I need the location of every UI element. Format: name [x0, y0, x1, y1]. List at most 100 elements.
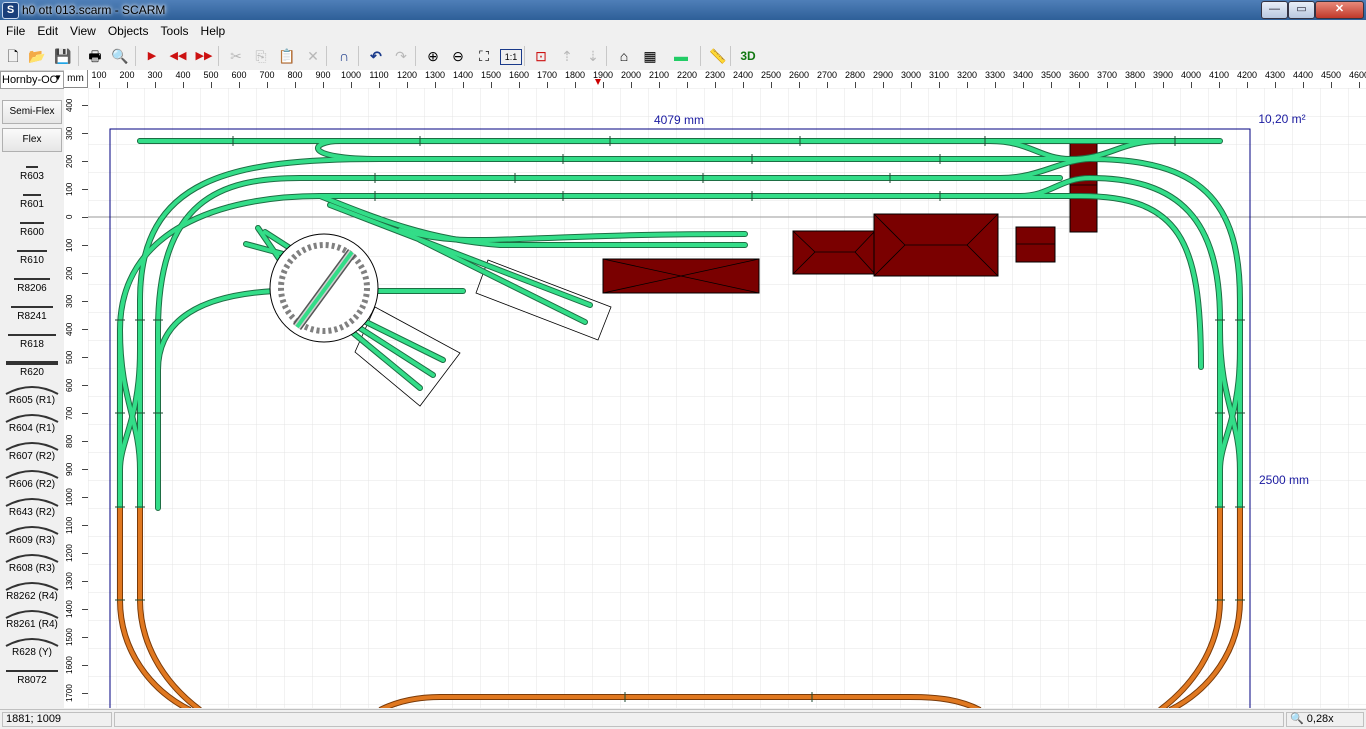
library-item[interactable]: R605 (R1)	[0, 380, 64, 407]
flex-button[interactable]: Flex	[2, 128, 62, 152]
library-item[interactable]: R618	[0, 324, 64, 351]
print-icon[interactable]: 🖶	[85, 46, 105, 66]
chip-icon[interactable]: ▦	[640, 46, 660, 66]
undo-icon[interactable]: ↶	[366, 46, 386, 66]
library-item[interactable]: R620	[0, 352, 64, 379]
ruler-label: 700	[65, 406, 74, 420]
ruler-label: 1100	[369, 70, 389, 80]
new-file-icon[interactable]: 🗋	[3, 46, 23, 66]
library-item[interactable]: R604 (R1)	[0, 408, 64, 435]
library-item[interactable]: R601	[0, 184, 64, 211]
semi-flex-button[interactable]: Semi-Flex	[2, 100, 62, 124]
ruler-label: 3800	[1124, 70, 1146, 80]
layout-drawing[interactable]: 4079 mm 2500 mm 10,20 m²	[88, 88, 1366, 708]
magnet-icon[interactable]: ∩	[334, 46, 354, 66]
raise-track-icon[interactable]: ⇡	[557, 46, 577, 66]
track-library-panel: Semi-Flex Flex R603 R601 R600 R610 R8206 R824…	[0, 96, 65, 708]
building-station-main[interactable]	[873, 213, 999, 277]
ruler-label: 1000	[340, 70, 362, 80]
track-piece-icon	[0, 186, 64, 200]
track-piece-icon	[0, 634, 64, 648]
ruler-label: 500	[203, 70, 219, 80]
library-item-label: R606 (R2)	[8, 479, 56, 490]
menu-help[interactable]: Help	[195, 22, 232, 38]
title-bar[interactable]: S h0 ott 013.scarm - SCARM — ▭ ✕	[0, 0, 1366, 20]
library-item[interactable]: R609 (R3)	[0, 520, 64, 547]
play-forward-icon[interactable]: ▶	[142, 46, 162, 66]
turntable[interactable]	[269, 233, 379, 343]
app-icon[interactable]: S	[2, 2, 19, 19]
view-3d-icon[interactable]: 3D	[738, 46, 758, 66]
ruler-label: 1100	[65, 516, 74, 534]
ruler-label: 800	[65, 434, 74, 448]
zoom-1-1-icon[interactable]: 1:1	[500, 49, 522, 65]
building-small[interactable]	[1015, 226, 1056, 263]
library-item[interactable]: R600	[0, 212, 64, 239]
open-folder-icon[interactable]: 📂	[27, 46, 47, 66]
menu-view[interactable]: View	[64, 22, 102, 38]
building-tower[interactable]	[1069, 138, 1098, 233]
save-icon[interactable]: 💾	[53, 46, 73, 66]
building-station-left[interactable]	[792, 230, 876, 275]
status-message	[114, 712, 1284, 727]
building-long[interactable]	[602, 258, 760, 294]
library-item[interactable]: R628 (Y)	[0, 632, 64, 659]
library-item[interactable]: R643 (R2)	[0, 492, 64, 519]
library-item-label: R643 (R2)	[8, 507, 56, 518]
menu-edit[interactable]: Edit	[31, 22, 64, 38]
ruler-label: 300	[147, 70, 163, 80]
track-end-icon[interactable]: ⊡	[531, 46, 551, 66]
ruler-label: 2700	[816, 70, 838, 80]
library-item-label: R8072	[17, 675, 47, 686]
fit-all-icon[interactable]: ⛶	[474, 46, 494, 66]
minimize-button[interactable]: —	[1261, 1, 1288, 19]
library-item[interactable]: R8262 (R4)	[0, 576, 64, 603]
ruler-label: 3500	[1040, 70, 1062, 80]
zoom-in-icon[interactable]: ⊕	[423, 46, 443, 66]
menu-tools[interactable]: Tools	[155, 22, 195, 38]
zoom-out-icon[interactable]: ⊖	[448, 46, 468, 66]
chevron-down-icon: ▼	[54, 73, 62, 82]
lower-track-icon[interactable]: ⇣	[583, 46, 603, 66]
paste-icon[interactable]: 📋	[277, 46, 297, 66]
status-bar: 1881; 1009 🔍 0,28x	[0, 709, 1366, 729]
ruler-label: 300	[65, 126, 74, 140]
library-item[interactable]: R608 (R3)	[0, 548, 64, 575]
measure-icon[interactable]: 📏	[708, 46, 728, 66]
ruler-label: 400	[175, 70, 191, 80]
tunnel-icon[interactable]: ⌂	[614, 46, 634, 66]
print-preview-icon[interactable]: 🔍	[110, 46, 130, 66]
close-button[interactable]: ✕	[1315, 1, 1364, 19]
menu-file[interactable]: File	[0, 22, 31, 38]
ruler-label: 3300	[984, 70, 1006, 80]
area-label: 10,20 m²	[1258, 112, 1305, 126]
redo-icon[interactable]: ↷	[391, 46, 411, 66]
ruler-label: 400	[65, 98, 74, 112]
delete-icon[interactable]: ✕	[303, 46, 323, 66]
menu-objects[interactable]: Objects	[102, 22, 155, 38]
track-piece-icon	[0, 662, 64, 676]
ruler-label: 600	[65, 378, 74, 392]
ruler-label: 4500	[1320, 70, 1342, 80]
library-select[interactable]: Hornby-OO ▼	[0, 71, 64, 89]
track-piece-icon	[0, 578, 64, 592]
layout-canvas[interactable]: 4079 mm 2500 mm 10,20 m²	[88, 88, 1366, 708]
magnifier-icon: 🔍	[1290, 713, 1304, 725]
ruler-label: 4000	[1180, 70, 1202, 80]
copy-icon[interactable]: ⎘	[251, 46, 271, 66]
library-item[interactable]: R8241	[0, 296, 64, 323]
library-item[interactable]: R8072	[0, 660, 64, 687]
library-item[interactable]: R607 (R2)	[0, 436, 64, 463]
library-item[interactable]: R606 (R2)	[0, 464, 64, 491]
library-item[interactable]: R603	[0, 156, 64, 183]
library-item[interactable]: R610	[0, 240, 64, 267]
maximize-button[interactable]: ▭	[1288, 1, 1315, 19]
rewind-icon[interactable]: ◀◀	[168, 46, 188, 66]
fast-forward-icon[interactable]: ▶▶	[194, 46, 214, 66]
ruler-label: 2000	[620, 70, 642, 80]
track-color-icon[interactable]: ▬	[667, 46, 695, 66]
cut-icon[interactable]: ✂	[226, 46, 246, 66]
library-item[interactable]: R8206	[0, 268, 64, 295]
library-item[interactable]: R8261 (R4)	[0, 604, 64, 631]
library-item-label: R610	[20, 255, 44, 266]
